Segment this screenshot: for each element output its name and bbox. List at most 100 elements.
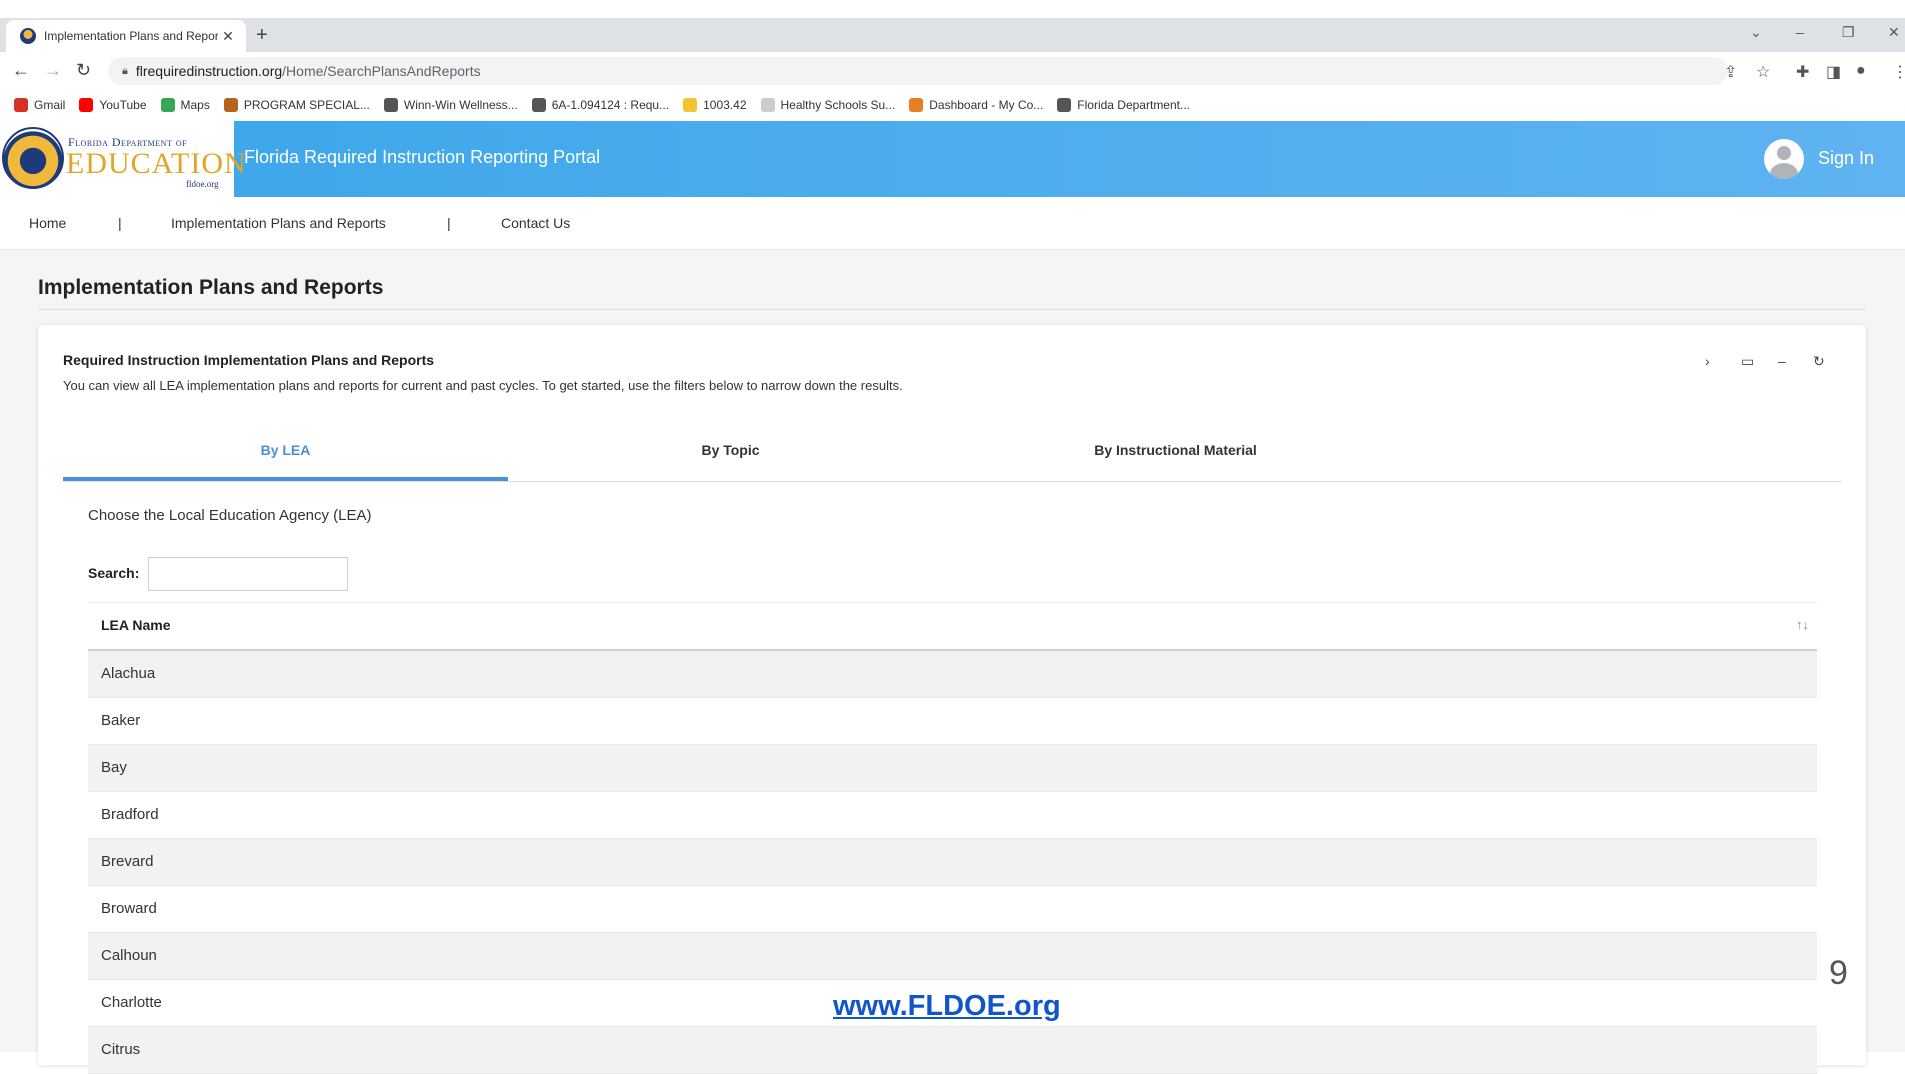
bookmark-item[interactable]: 1003.42: [683, 98, 747, 112]
reload-icon[interactable]: ↻: [76, 60, 91, 81]
expand-chevron-icon[interactable]: ›: [1705, 353, 1710, 369]
url-host: flrequiredinstruction.org: [135, 63, 283, 79]
folder-icon: [683, 98, 698, 112]
lea-name-cell: Bay: [101, 759, 127, 776]
url-path: /Home/SearchPlansAndReports: [282, 63, 481, 79]
lea-name-cell: Bradford: [101, 806, 159, 823]
table-row[interactable]: Bay: [88, 745, 1817, 792]
bookmark-label: Maps: [180, 98, 210, 112]
table-row[interactable]: Calhoun: [88, 933, 1817, 980]
extensions-icon[interactable]: ✚: [1796, 62, 1809, 82]
lea-name-cell: Alachua: [101, 665, 156, 682]
tab-by-topic[interactable]: By Topic: [508, 435, 953, 481]
plans-card: Required Instruction Implementation Plan…: [38, 325, 1866, 1074]
bookmark-item[interactable]: Gmail: [14, 98, 65, 112]
share-icon[interactable]: ⇪: [1724, 62, 1737, 82]
forward-icon[interactable]: →: [44, 60, 62, 81]
browser-tab-title: Implementation Plans and Repor: [44, 29, 218, 43]
refresh-icon[interactable]: ↻: [1813, 353, 1825, 370]
fldoe-seal-icon: [2, 127, 64, 189]
title-divider: [38, 309, 1866, 310]
nav-implementation-plans[interactable]: Implementation Plans and Reports: [171, 215, 386, 231]
bookmark-item[interactable]: YouTube: [79, 98, 147, 112]
user-avatar-icon[interactable]: [1764, 139, 1804, 179]
table-row[interactable]: Bradford: [88, 792, 1817, 839]
bookmark-label: Florida Department...: [1077, 98, 1190, 112]
side-panel-icon[interactable]: ◨: [1826, 62, 1841, 82]
bookmark-item[interactable]: Healthy Schools Su...: [760, 98, 896, 112]
bookmark-star-icon[interactable]: ☆: [1756, 62, 1770, 82]
site-header: Florida Department of EDUCATION fldoe.or…: [0, 121, 1905, 197]
bookmark-label: 1003.42: [703, 98, 747, 112]
site-favicon-icon: [20, 28, 36, 44]
tab-by-instructional-material[interactable]: By Instructional Material: [953, 435, 1398, 481]
maximize-icon[interactable]: ▭: [1741, 353, 1754, 370]
lock-icon: 🔒︎: [122, 64, 128, 77]
bookmark-item[interactable]: PROGRAM SPECIAL...: [223, 98, 370, 112]
tab-search-icon[interactable]: ⌄: [1750, 24, 1762, 41]
table-row[interactable]: Baker: [88, 698, 1817, 745]
search-input[interactable]: [148, 557, 348, 591]
lea-label: Choose the Local Education Agency (LEA): [88, 507, 372, 524]
bookmark-label: Winn-Win Wellness...: [403, 98, 518, 112]
table-row[interactable]: Citrus: [88, 1027, 1817, 1074]
globe-icon: [531, 98, 546, 112]
table-row[interactable]: Broward: [88, 886, 1817, 933]
bookmark-label: 6A-1.094124 : Requ...: [551, 98, 670, 112]
sign-in-link[interactable]: Sign In: [1818, 148, 1874, 169]
browser-tab[interactable]: Implementation Plans and Repor ✕: [6, 20, 246, 52]
bookmark-label: YouTube: [99, 98, 147, 112]
fldoe-logo[interactable]: Florida Department of EDUCATION fldoe.or…: [0, 121, 246, 197]
lea-name-cell: Calhoun: [101, 947, 157, 964]
back-icon[interactable]: ←: [12, 60, 30, 81]
lea-name-cell: Broward: [101, 900, 157, 917]
bookmark-item[interactable]: 6A-1.094124 : Requ...: [531, 98, 670, 112]
bookmark-item[interactable]: Winn-Win Wellness...: [383, 98, 518, 112]
bookmark-item[interactable]: Florida Department...: [1057, 98, 1190, 112]
url-field[interactable]: 🔒︎ flrequiredinstruction.org /Home/Searc…: [108, 57, 1728, 85]
address-bar: ← → ↻ 🔒︎ flrequiredinstruction.org /Home…: [0, 52, 1905, 90]
table-row[interactable]: Brevard: [88, 839, 1817, 886]
logo-line2: EDUCATION: [66, 147, 247, 180]
page-title: Implementation Plans and Reports: [38, 276, 384, 299]
bookmark-item[interactable]: Dashboard - My Co...: [909, 98, 1043, 112]
nav-contact-us[interactable]: Contact Us: [501, 215, 570, 231]
nav-home[interactable]: Home: [29, 215, 66, 231]
browser-tab-bar: Implementation Plans and Repor ✕ + ⌄ – ❐…: [0, 18, 1905, 52]
table-row[interactable]: Alachua: [88, 651, 1817, 698]
menu-icon[interactable]: ⋮: [1892, 62, 1905, 82]
restore-icon[interactable]: ❐: [1842, 24, 1855, 41]
active-tab-indicator: [63, 477, 508, 481]
lea-name-cell: Baker: [101, 712, 141, 729]
tab-by-lea[interactable]: By LEA: [63, 435, 508, 481]
fldoe-website-link[interactable]: www.FLDOE.org: [833, 990, 1061, 1023]
nav-separator: |: [118, 215, 122, 231]
nav-separator: |: [447, 215, 451, 231]
gmail-icon: [14, 98, 28, 112]
bookmark-item[interactable]: Maps: [160, 98, 210, 112]
seal-icon: [223, 98, 238, 112]
profile-icon[interactable]: ●: [1856, 62, 1866, 80]
close-tab-icon[interactable]: ✕: [218, 28, 238, 45]
card-title: Required Instruction Implementation Plan…: [63, 352, 435, 368]
bookmark-label: Healthy Schools Su...: [780, 98, 896, 112]
column-lea-name: LEA Name: [101, 617, 171, 633]
close-window-icon[interactable]: ✕: [1888, 24, 1900, 41]
lea-name-cell: Charlotte: [101, 994, 162, 1011]
site-nav: Home | Implementation Plans and Reports …: [0, 197, 1905, 250]
sort-icon[interactable]: ↑↓: [1796, 617, 1809, 632]
lea-name-cell: Citrus: [101, 1041, 141, 1058]
bookmark-label: PROGRAM SPECIAL...: [243, 98, 370, 112]
table-header[interactable]: LEA Name ↑↓: [88, 602, 1817, 651]
card-description: You can view all LEA implementation plan…: [63, 378, 903, 393]
new-tab-icon[interactable]: +: [256, 24, 268, 47]
globe-icon: [383, 98, 398, 112]
minimize-icon[interactable]: –: [1796, 24, 1804, 40]
collapse-icon[interactable]: –: [1778, 353, 1786, 369]
portal-title: Florida Required Instruction Reporting P…: [244, 147, 601, 167]
bookmarks-bar: Gmail YouTube Maps PROGRAM SPECIAL... Winn-W…: [0, 90, 1905, 120]
bookmark-label: Gmail: [34, 98, 66, 112]
lea-name-cell: Brevard: [101, 853, 154, 870]
filter-tabs: By LEA By Topic By Instructional Materia…: [63, 435, 1842, 482]
youtube-icon: [79, 98, 94, 112]
